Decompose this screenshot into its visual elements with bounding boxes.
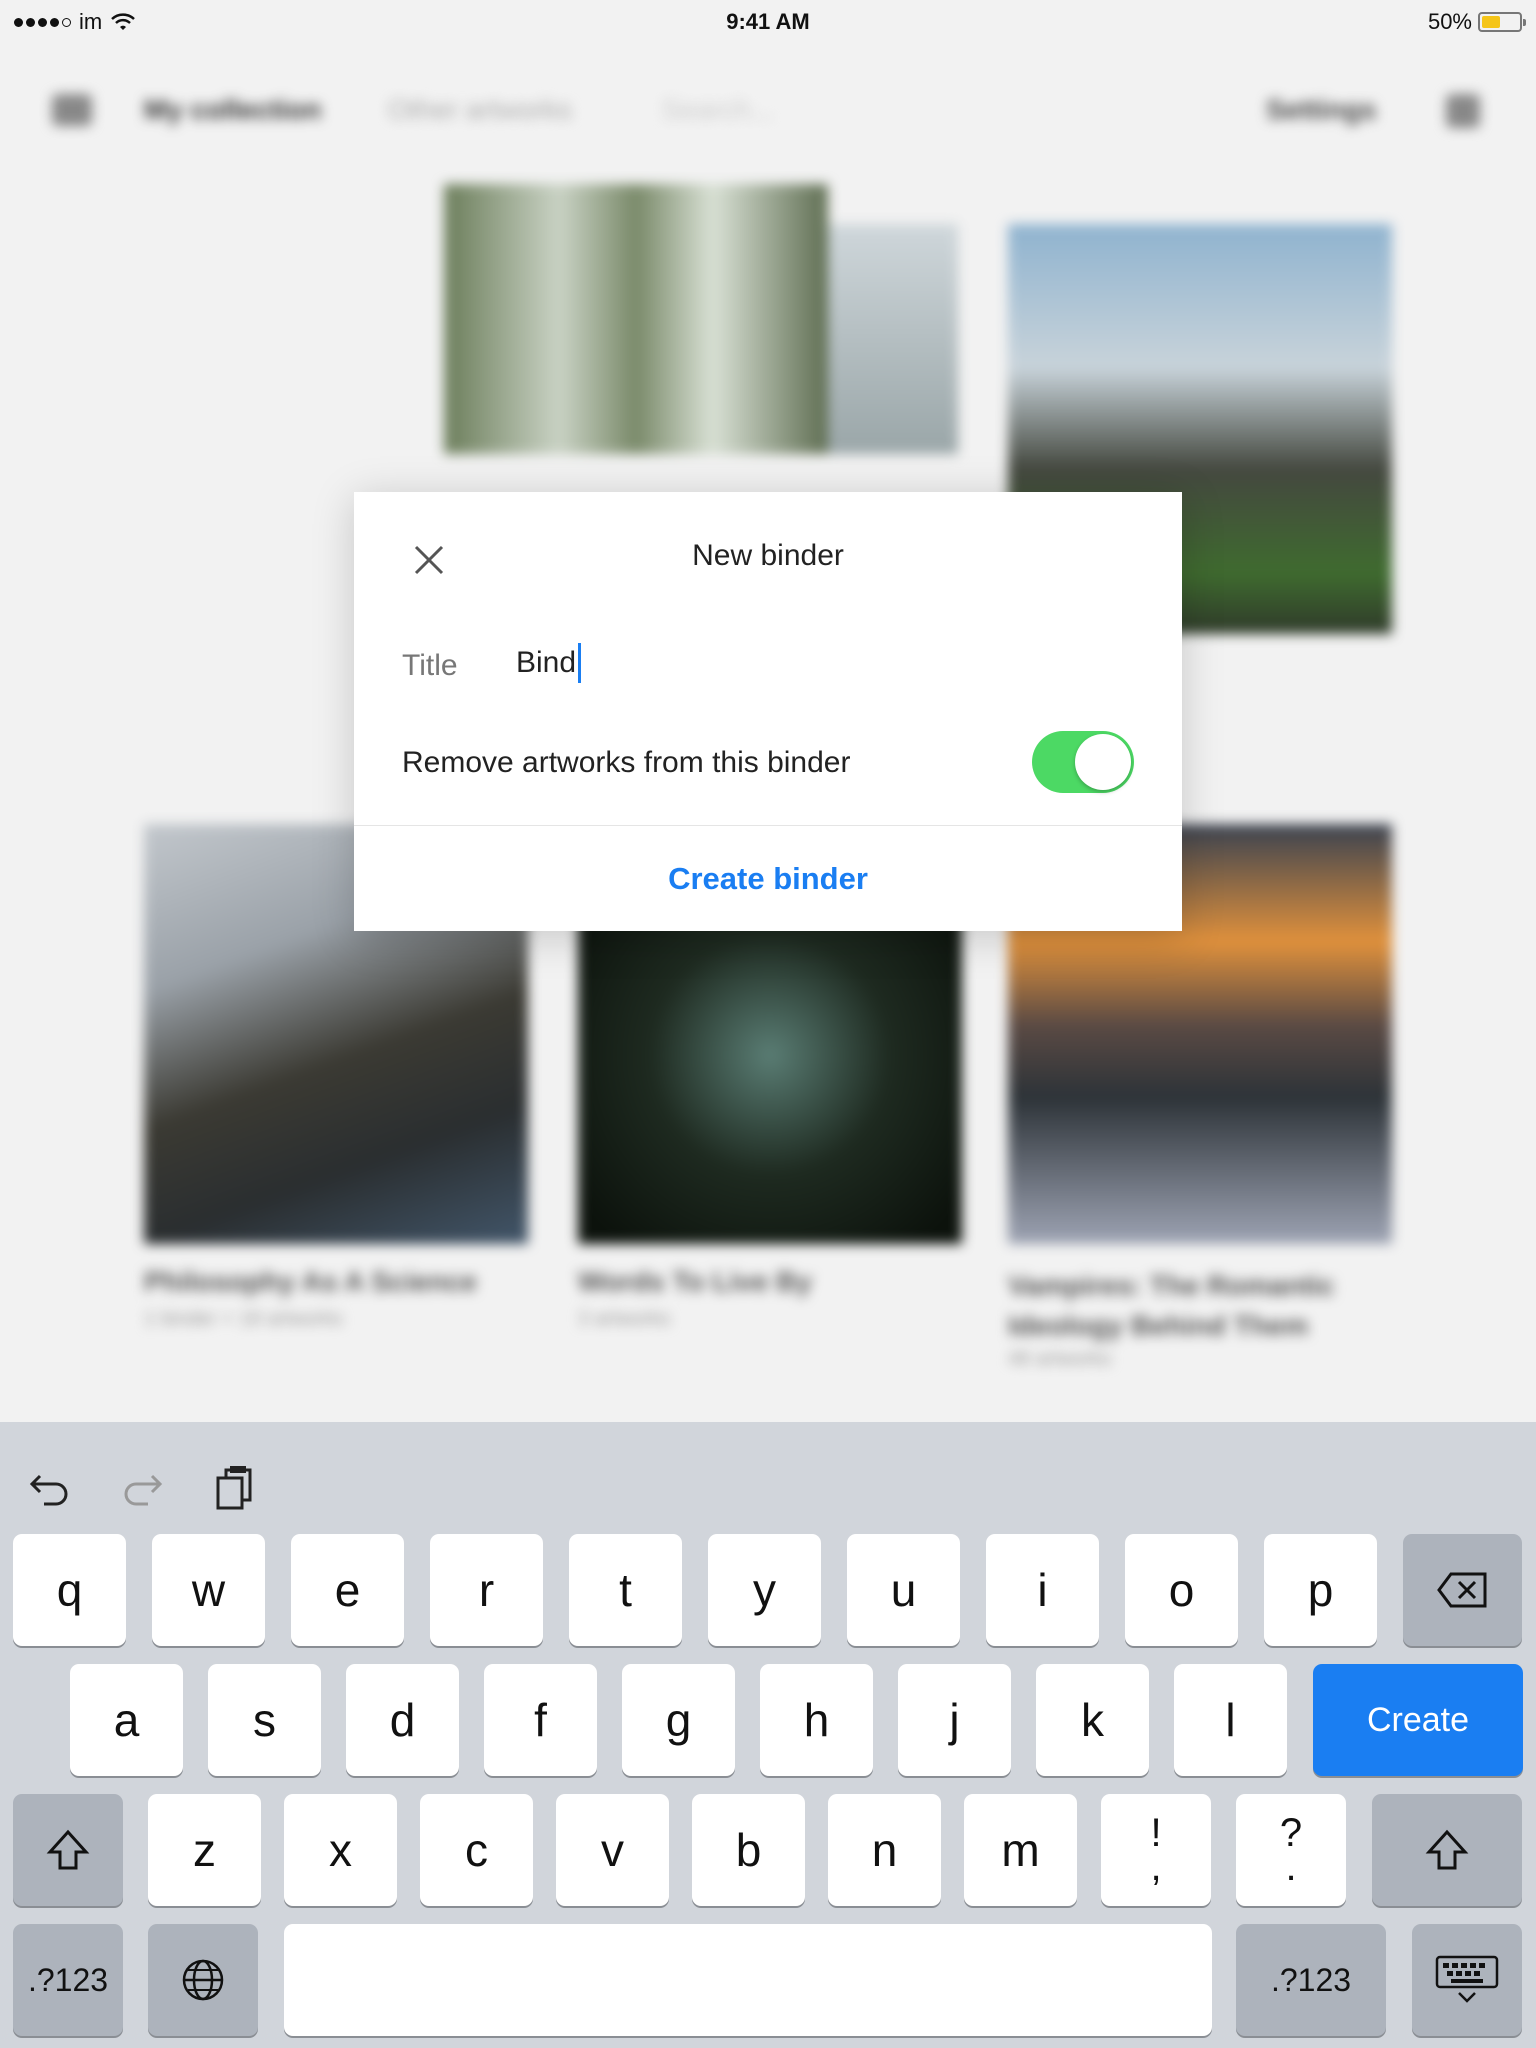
- key-t[interactable]: t: [569, 1534, 682, 1646]
- create-binder-button[interactable]: Create binder: [354, 826, 1182, 931]
- shift-key-left[interactable]: [13, 1794, 123, 1906]
- shift-icon: [1425, 1829, 1469, 1870]
- top-nav: My collection Other artworks Search... S…: [0, 94, 1536, 144]
- artwork-tile: [444, 184, 828, 454]
- nav-settings: Settings: [1266, 94, 1377, 125]
- card-subtitle: 3 artworks: [578, 1308, 671, 1330]
- numbers-key-right[interactable]: .?123: [1236, 1924, 1386, 2036]
- shift-icon: [46, 1829, 90, 1870]
- card-title: Words To Live By: [578, 1266, 812, 1297]
- key-v[interactable]: v: [556, 1794, 669, 1906]
- key-o[interactable]: o: [1125, 1534, 1238, 1646]
- key-h[interactable]: h: [760, 1664, 873, 1776]
- redo-icon[interactable]: [118, 1462, 166, 1510]
- key-q[interactable]: q: [13, 1534, 126, 1646]
- title-input[interactable]: Bind: [510, 638, 1122, 688]
- create-return-key[interactable]: Create: [1313, 1664, 1523, 1776]
- keyboard-shortcut-bar: [0, 1422, 1536, 1532]
- key-m[interactable]: m: [964, 1794, 1077, 1906]
- text-cursor: [578, 643, 582, 683]
- key-r[interactable]: r: [430, 1534, 543, 1646]
- key-secondary: .: [1285, 1845, 1297, 1889]
- nav-search: Search...: [662, 94, 775, 125]
- key-i[interactable]: i: [986, 1534, 1099, 1646]
- backspace-icon: [1436, 1572, 1486, 1608]
- key-u[interactable]: u: [847, 1534, 960, 1646]
- shift-key-right[interactable]: [1372, 1794, 1522, 1906]
- key-b[interactable]: b: [692, 1794, 805, 1906]
- key-j[interactable]: j: [898, 1664, 1011, 1776]
- status-right: 50%: [1427, 9, 1526, 35]
- undo-icon[interactable]: [26, 1462, 74, 1510]
- key-y[interactable]: y: [708, 1534, 821, 1646]
- title-field-label: Title: [402, 649, 458, 682]
- toggle-knob: [1075, 734, 1131, 790]
- status-bar: im 9:41 AM 50%: [0, 0, 1536, 44]
- key-p[interactable]: p: [1264, 1534, 1377, 1646]
- backspace-key[interactable]: [1403, 1534, 1522, 1646]
- key-l[interactable]: l: [1174, 1664, 1287, 1776]
- key-n[interactable]: n: [828, 1794, 941, 1906]
- lock-icon: [1446, 94, 1480, 128]
- title-input-value: Bind: [516, 646, 577, 679]
- key-exclamation-comma[interactable]: !,: [1101, 1794, 1211, 1906]
- remove-artworks-toggle[interactable]: [1032, 731, 1134, 793]
- card-title: Vampires: The Romantic Ideology Behind T…: [1008, 1270, 1335, 1341]
- battery-percent: 50%: [1427, 9, 1472, 34]
- numbers-key-left[interactable]: .?123: [13, 1924, 123, 2036]
- status-time: 9:41 AM: [726, 9, 810, 34]
- key-f[interactable]: f: [484, 1664, 597, 1776]
- key-k[interactable]: k: [1036, 1664, 1149, 1776]
- paste-icon[interactable]: [212, 1462, 260, 1510]
- dialog-title: New binder: [692, 539, 844, 572]
- globe-key[interactable]: [148, 1924, 258, 2036]
- artwork-tile: [828, 224, 958, 454]
- nav-other-artworks: Other artworks: [388, 94, 572, 125]
- key-c[interactable]: c: [420, 1794, 533, 1906]
- keyboard-dismiss-icon: [1435, 1955, 1499, 2003]
- key-e[interactable]: e: [291, 1534, 404, 1646]
- key-x[interactable]: x: [284, 1794, 397, 1906]
- battery-icon: [1478, 12, 1526, 32]
- key-w[interactable]: w: [152, 1534, 265, 1646]
- dismiss-keyboard-key[interactable]: [1412, 1924, 1522, 2036]
- key-question-period[interactable]: ?.: [1236, 1794, 1346, 1906]
- remove-artworks-label: Remove artworks from this binder: [402, 746, 851, 779]
- key-d[interactable]: d: [346, 1664, 459, 1776]
- card-subtitle: 1 binder + 18 artworks: [144, 1308, 343, 1330]
- key-s[interactable]: s: [208, 1664, 321, 1776]
- card-subtitle: 48 artworks: [1008, 1348, 1112, 1370]
- new-binder-dialog: New binder Title Bind Remove artworks fr…: [354, 492, 1182, 931]
- key-z[interactable]: z: [148, 1794, 261, 1906]
- card-title: Philosophy As A Science: [144, 1266, 477, 1297]
- nav-my-collection: My collection: [144, 94, 322, 125]
- on-screen-keyboard: q w e r t y u i o p a s d f g h j k l Create z x c v b n m!,?. .?12…: [0, 1422, 1536, 2048]
- globe-icon: [182, 1959, 224, 2001]
- key-secondary: ,: [1150, 1845, 1162, 1889]
- key-g[interactable]: g: [622, 1664, 735, 1776]
- key-a[interactable]: a: [70, 1664, 183, 1776]
- space-key[interactable]: [284, 1924, 1212, 2036]
